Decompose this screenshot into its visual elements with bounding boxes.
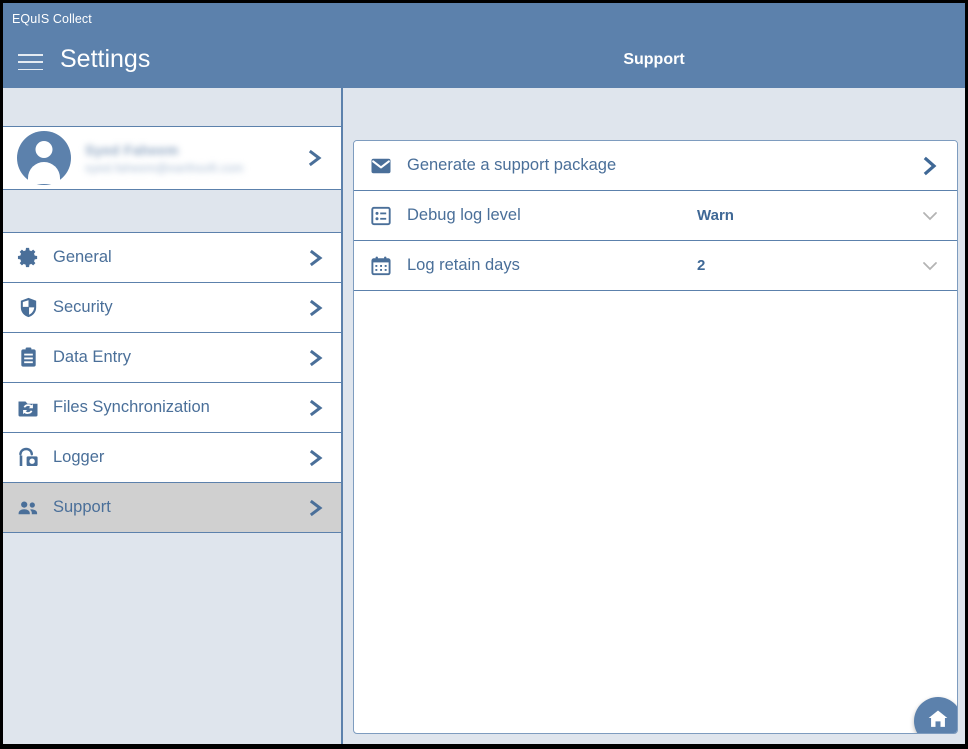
gear-icon	[15, 245, 41, 271]
chevron-right-icon	[306, 297, 326, 319]
app-title: EQuIS Collect	[12, 12, 92, 26]
chevron-right-icon	[306, 347, 326, 369]
envelope-icon	[368, 153, 394, 179]
sidebar-item-security[interactable]: Security	[3, 283, 341, 333]
sidebar-item-general[interactable]: General	[3, 233, 341, 283]
content-title: Support	[623, 51, 685, 68]
profile-email: syed.faheem@earthsoft.com	[85, 160, 244, 175]
sidebar-item-logger[interactable]: Logger	[3, 433, 341, 483]
people-icon	[15, 495, 41, 521]
row-log-retain-days[interactable]: Log retain days 2	[354, 241, 957, 291]
chevron-right-icon[interactable]	[919, 155, 941, 177]
row-label: Debug log level	[407, 206, 521, 224]
avatar-body	[28, 162, 60, 184]
chevron-right-icon	[306, 447, 326, 469]
chevron-right-icon	[306, 497, 326, 519]
hamburger-line	[18, 54, 43, 56]
profile-name: Syed Faheem	[85, 141, 179, 158]
row-debug-log-level[interactable]: Debug log level Warn	[354, 191, 957, 241]
settings-sidebar: Syed Faheem syed.faheem@earthsoft.com Ge…	[3, 88, 343, 744]
sidebar-item-support[interactable]: Support	[3, 483, 341, 533]
clipboard-icon	[15, 345, 41, 371]
hamburger-icon[interactable]	[18, 54, 43, 70]
sidebar-item-profile[interactable]: Syed Faheem syed.faheem@earthsoft.com	[3, 127, 341, 190]
row-label: Generate a support package	[407, 156, 617, 174]
home-fab-button[interactable]	[914, 697, 957, 734]
row-label: Log retain days	[407, 256, 520, 274]
home-icon	[925, 706, 951, 734]
row-value: Warn	[697, 207, 734, 224]
sidebar-item-label: Logger	[53, 448, 105, 466]
sidebar-item-label: Data Entry	[53, 348, 131, 366]
row-generate-support-package[interactable]: Generate a support package	[354, 141, 957, 191]
person-avatar-icon	[17, 131, 71, 185]
profile-text-block: Syed Faheem syed.faheem@earthsoft.com	[85, 142, 305, 175]
sidebar-top-spacer	[3, 88, 341, 127]
folder-sync-icon	[15, 395, 41, 421]
chevron-down-icon[interactable]	[919, 255, 941, 277]
sidebar-spacer	[3, 190, 341, 233]
hamburger-line	[18, 68, 43, 70]
chevron-right-icon	[305, 147, 325, 169]
sidebar-item-label: Security	[53, 298, 113, 316]
chevron-right-icon	[306, 397, 326, 419]
page-title: Settings	[60, 45, 151, 73]
chevron-right-icon	[306, 247, 326, 269]
logger-lock-icon	[15, 445, 41, 471]
chevron-down-icon[interactable]	[919, 205, 941, 227]
shield-icon	[15, 295, 41, 321]
sidebar-item-label: Support	[53, 498, 111, 516]
sidebar-item-data-entry[interactable]: Data Entry	[3, 333, 341, 383]
list-details-icon	[368, 203, 394, 229]
hamburger-line	[18, 61, 43, 63]
app-window: EQuIS Collect ✕ Settings Syed Faheem	[3, 3, 965, 744]
row-value: 2	[697, 257, 706, 274]
sidebar-item-files-synchronization[interactable]: Files Synchronization	[3, 383, 341, 433]
calendar-icon	[368, 253, 394, 279]
content-area: Support Generate a support package Debug…	[343, 3, 965, 744]
sidebar-item-label: Files Synchronization	[53, 398, 210, 416]
avatar-head	[35, 141, 53, 158]
support-settings-panel: Generate a support package Debug log lev…	[353, 140, 958, 734]
sidebar-item-label: General	[53, 248, 112, 266]
content-header: Support	[343, 3, 965, 88]
